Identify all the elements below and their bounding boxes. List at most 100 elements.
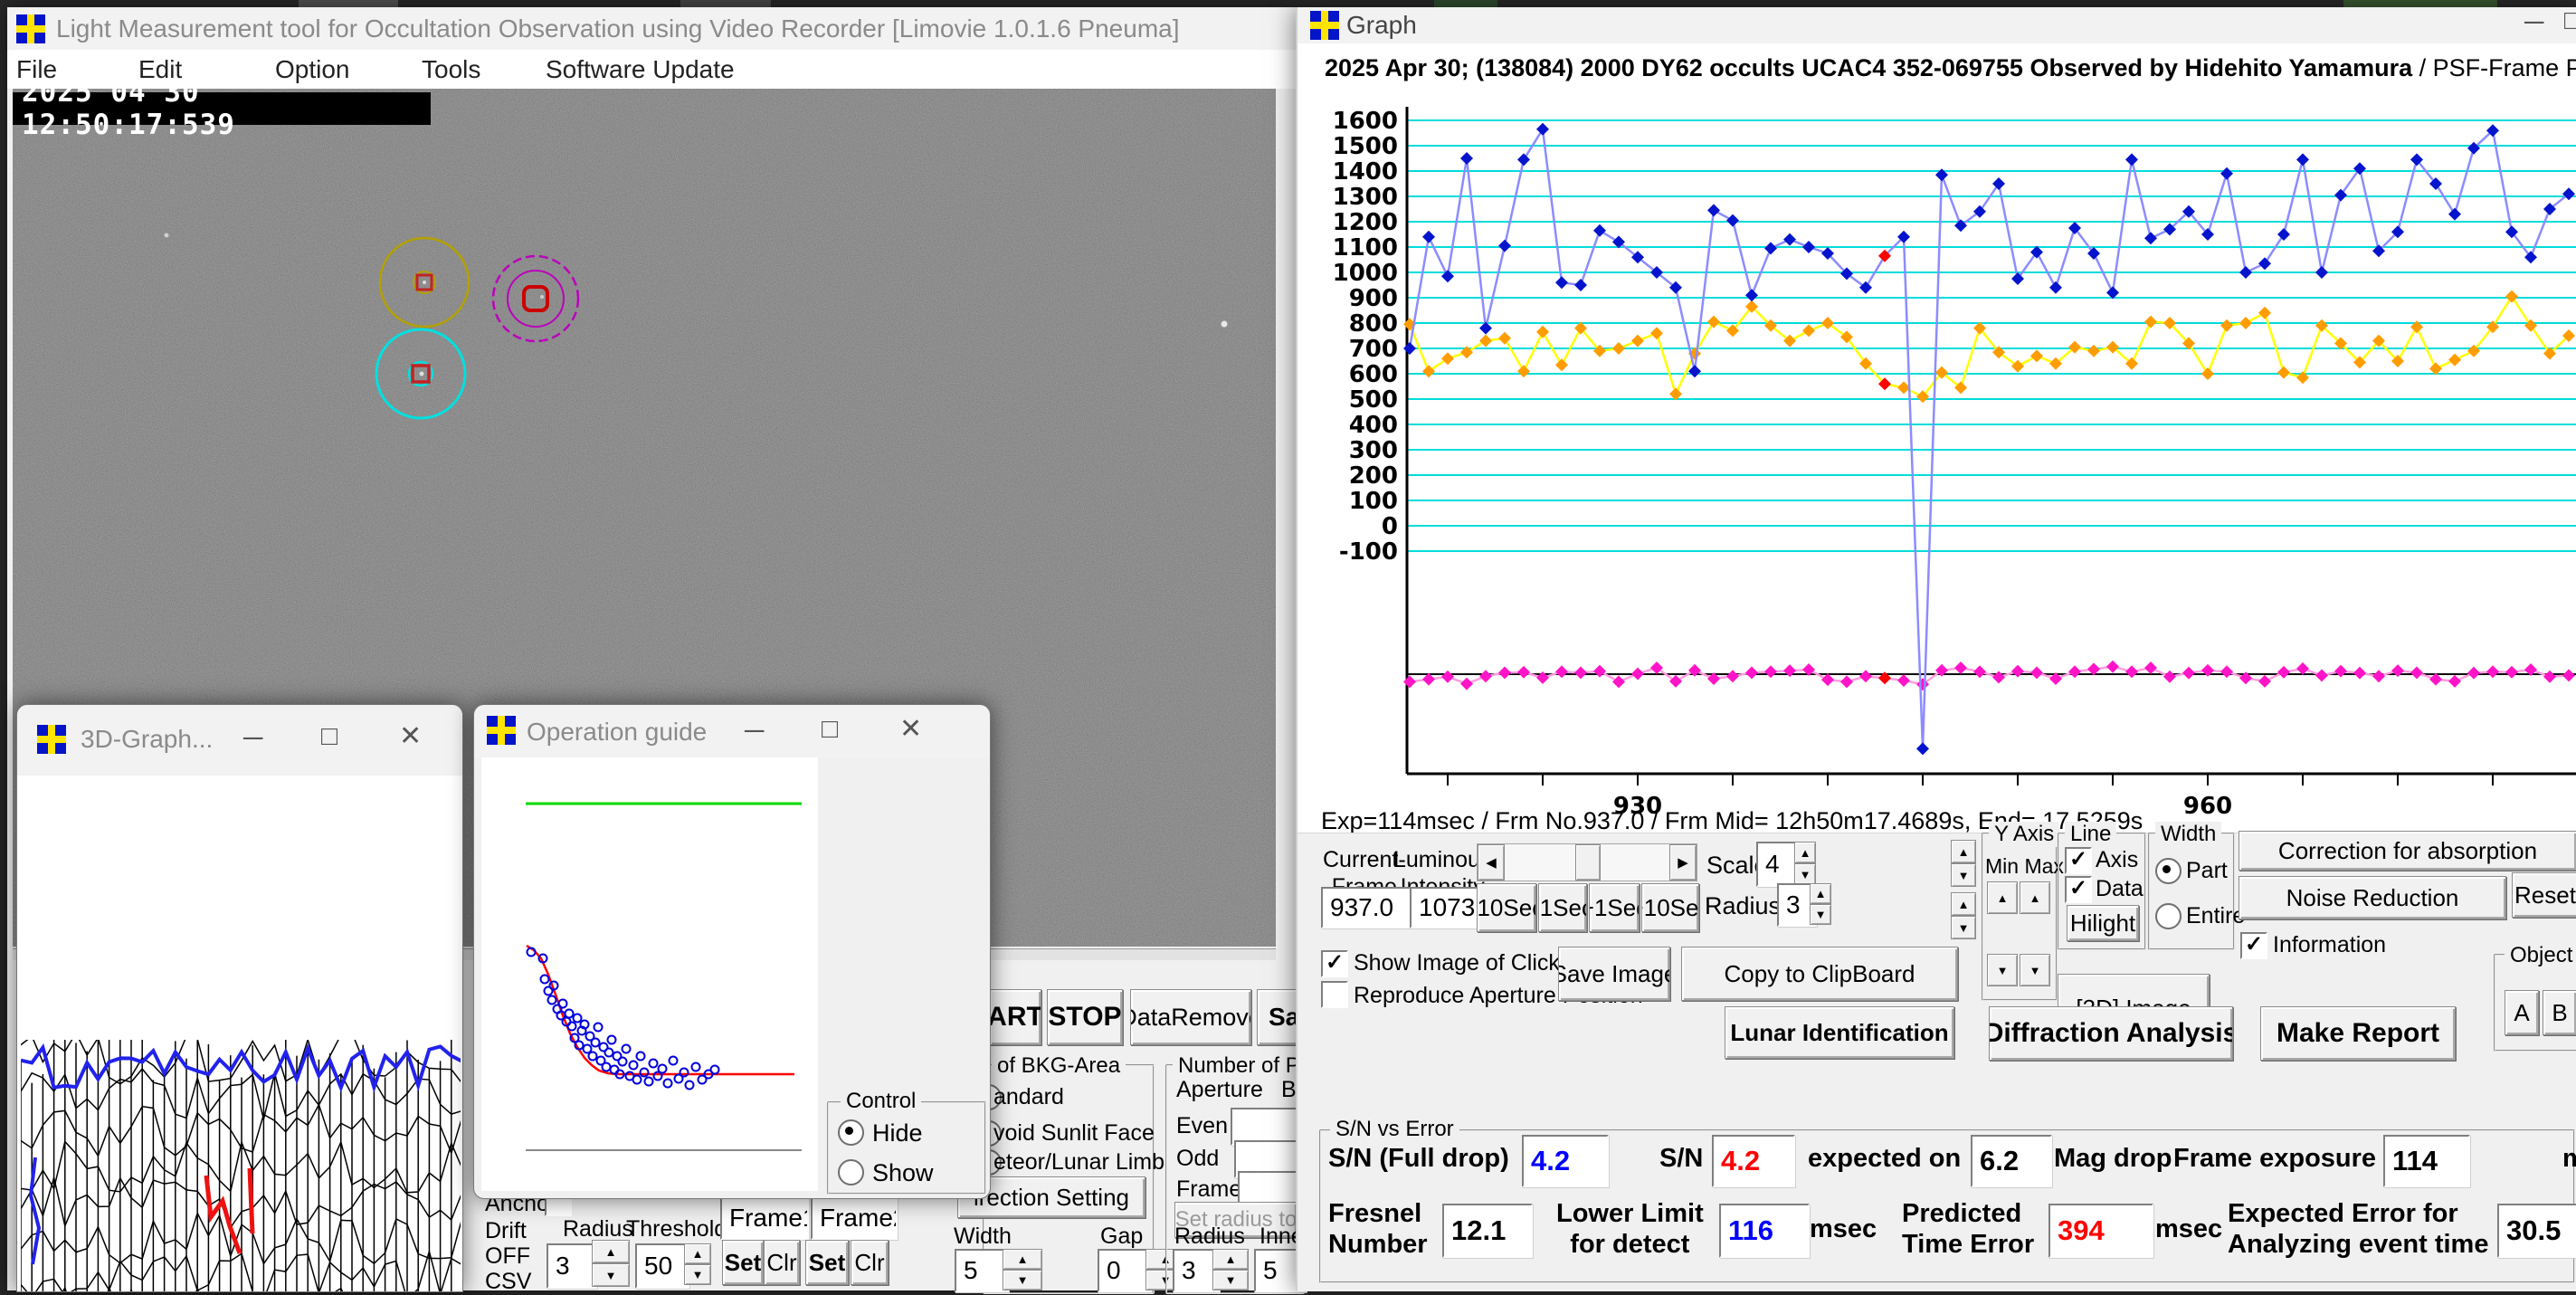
svg-text:1500: 1500 <box>1333 133 1398 160</box>
close-icon[interactable]: ✕ <box>899 716 922 743</box>
graph-titlebar[interactable]: Graph ─ □ <box>1298 7 2576 43</box>
frame2-input[interactable]: Frame2 <box>811 1196 898 1240</box>
operation-guide-window: Operation guide ─ □ ✕ Control Hide Show <box>473 704 991 1199</box>
minimize-icon[interactable]: ─ <box>243 725 262 752</box>
noise-reduction-button[interactable]: Noise Reduction <box>2239 876 2506 919</box>
threshold-input[interactable]: 50 <box>635 1243 689 1289</box>
minus1sec-button[interactable]: -1Sec <box>1538 883 1587 932</box>
expected-error-value: 30.5 <box>2497 1204 2576 1258</box>
bkg-standard-label[interactable]: andard <box>993 1084 1064 1110</box>
reproduce-checkbox[interactable] <box>1321 981 1348 1008</box>
menu-edit[interactable]: Edit <box>138 55 182 84</box>
chart-header-sub: / PSF-Frame Photom <box>2412 54 2576 81</box>
light-curve-chart[interactable]: -100010020030040050060070080090010001100… <box>1298 98 2576 814</box>
show-label[interactable]: Show <box>872 1159 934 1187</box>
set2-button[interactable]: Set <box>805 1240 849 1285</box>
line-data-checkbox[interactable] <box>2065 876 2092 903</box>
graph-radius-spinner[interactable] <box>1810 883 1831 925</box>
scroll-right-icon[interactable]: ▶ <box>1669 844 1697 881</box>
minimize-icon[interactable]: ─ <box>2524 9 2543 36</box>
threshold-label: Threshold <box>626 1216 727 1243</box>
close-icon[interactable]: ✕ <box>399 723 422 750</box>
bkg-area-legend: of BKG-Area <box>992 1053 1126 1079</box>
width-spinner[interactable] <box>1003 1249 1042 1290</box>
line-axis-checkbox[interactable] <box>2065 847 2092 874</box>
scale-spinner[interactable] <box>1794 842 1816 885</box>
object-b-button[interactable]: B <box>2543 990 2576 1035</box>
save-image-button[interactable]: Save Image <box>1558 947 1670 1001</box>
anchor-radius-input[interactable]: 3 <box>547 1243 597 1289</box>
ymin-up-icon[interactable] <box>1987 881 2018 914</box>
scroll-left-icon[interactable]: ◀ <box>1478 844 1505 881</box>
aux-spinner-1[interactable] <box>1951 840 1976 887</box>
clr1-button[interactable]: Clr <box>764 1240 800 1285</box>
lunar-identification-button[interactable]: Lunar Identification <box>1725 1006 1954 1059</box>
pix-radius-spinner[interactable] <box>1212 1249 1249 1290</box>
information-label[interactable]: Information <box>2273 932 2386 958</box>
minimize-icon[interactable]: ─ <box>745 718 764 745</box>
minus10sec-button[interactable]: -10Sec <box>1477 883 1536 932</box>
width-entire-label[interactable]: Entire <box>2186 903 2245 929</box>
ymax-up-icon[interactable] <box>2020 881 2050 914</box>
maximize-icon[interactable]: □ <box>321 723 337 750</box>
diffraction-analysis-button[interactable]: Diffraction Analysis <box>1989 1006 2233 1061</box>
off-label: OFF <box>485 1243 530 1270</box>
aux-spinner-2[interactable] <box>1951 892 1976 939</box>
object-a-button[interactable]: A <box>2505 990 2539 1035</box>
clr2-button[interactable]: Clr <box>851 1240 889 1285</box>
set1-button[interactable]: Set <box>722 1240 764 1285</box>
correction-button[interactable]: Correction for absorption <box>2239 831 2576 871</box>
reset-button[interactable]: Reset <box>2512 872 2576 918</box>
gap-input[interactable]: 0 <box>1098 1249 1152 1292</box>
width-entire-radio[interactable] <box>2155 903 2182 929</box>
menu-software-update[interactable]: Software Update <box>546 55 735 84</box>
chart-header-main: 2025 Apr 30; (138084) 2000 DY62 occults … <box>1325 54 2412 81</box>
line-axis-label[interactable]: Axis <box>2096 847 2138 873</box>
threshold-spinner[interactable] <box>684 1243 711 1285</box>
frame-label: Frame <box>1176 1176 1241 1203</box>
maximize-icon[interactable]: □ <box>822 716 838 743</box>
frame1-input[interactable]: Frame1 <box>720 1196 809 1240</box>
show-radio[interactable] <box>838 1159 864 1185</box>
hide-label[interactable]: Hide <box>872 1119 923 1147</box>
plus1sec-button[interactable]: +1Sec <box>1589 883 1640 932</box>
width-input[interactable]: 5 <box>955 1249 1009 1292</box>
opguide-titlebar[interactable]: Operation guide ─ □ ✕ <box>474 705 990 757</box>
bkg-meteor-label[interactable]: eteor/Lunar Limb <box>993 1149 1164 1176</box>
width-part-label[interactable]: Part <box>2186 858 2228 884</box>
start-button[interactable]: ART <box>989 989 1041 1045</box>
anchor-radius-label: Radius <box>563 1216 633 1243</box>
aperture-label: Aperture <box>1176 1077 1263 1103</box>
limovie-app-icon <box>16 14 45 43</box>
current-frame-input[interactable]: 937.0 <box>1321 887 1412 928</box>
threed-window: 3D-Graph... ─ □ ✕ <box>16 704 463 1292</box>
maximize-icon[interactable]: □ <box>2564 7 2576 34</box>
anchor-radius-spinner[interactable] <box>592 1240 630 1287</box>
show-image-checkbox[interactable] <box>1321 950 1348 977</box>
aperture-b-label: B <box>1281 1077 1297 1103</box>
stop-button[interactable]: STOP <box>1047 989 1123 1045</box>
copy-clipboard-button[interactable]: Copy to ClipBoard <box>1681 947 1958 1001</box>
scrollbar-thumb[interactable] <box>1575 844 1601 881</box>
ymin-down-icon[interactable] <box>1987 954 2018 986</box>
information-checkbox[interactable] <box>2240 932 2267 959</box>
line-data-label[interactable]: Data <box>2096 876 2143 902</box>
data-remove-button[interactable]: DataRemove <box>1130 989 1251 1045</box>
bkg-sunlit-label[interactable]: void Sunlit Face <box>993 1120 1155 1147</box>
yaxis-minmax-label: Min Max <box>1985 854 2064 879</box>
hide-radio[interactable] <box>838 1119 864 1146</box>
make-report-button[interactable]: Make Report <box>2260 1006 2456 1061</box>
svg-text:500: 500 <box>1349 386 1398 414</box>
frame-scrollbar[interactable]: ◀ ▶ <box>1477 843 1697 881</box>
width-part-radio[interactable] <box>2155 858 2182 884</box>
menu-file[interactable]: File <box>16 55 57 84</box>
menu-tools[interactable]: Tools <box>422 55 480 84</box>
menu-option[interactable]: Option <box>275 55 350 84</box>
sn-full-value: 4.2 <box>1522 1135 1609 1187</box>
plus10sec-button[interactable]: +10Sec <box>1641 883 1699 932</box>
threed-titlebar[interactable]: 3D-Graph... ─ □ ✕ <box>17 705 462 776</box>
ymax-down-icon[interactable] <box>2020 954 2050 986</box>
main-titlebar[interactable]: Light Measurement tool for Occultation O… <box>7 7 1296 50</box>
hilight-button[interactable]: Hilight <box>2067 905 2139 941</box>
expected-on-label: expected on <box>1808 1144 1961 1174</box>
